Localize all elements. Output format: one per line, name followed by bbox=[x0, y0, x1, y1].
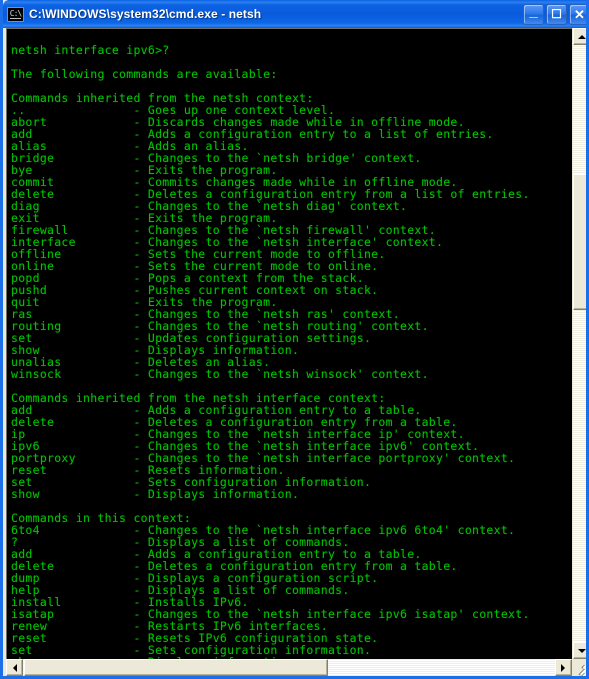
scroll-down-button[interactable] bbox=[573, 642, 586, 659]
horizontal-scroll-thumb[interactable] bbox=[24, 659, 328, 676]
cmd-window: C:\ C:\WINDOWS\system32\cmd.exe - netsh … bbox=[0, 0, 589, 679]
scroll-up-button[interactable] bbox=[573, 28, 586, 45]
vertical-scroll-thumb[interactable] bbox=[573, 174, 586, 310]
window-title: C:\WINDOWS\system32\cmd.exe - netsh bbox=[29, 7, 262, 21]
scroll-right-button[interactable] bbox=[555, 659, 572, 676]
close-button[interactable]: ✕ bbox=[569, 3, 586, 25]
console-viewport[interactable]: netsh interface ipv6>? The following com… bbox=[6, 28, 572, 659]
cmd-console-icon[interactable]: C:\ bbox=[7, 6, 24, 22]
window-controls: _ ☐ ✕ bbox=[521, 2, 586, 25]
minimize-button[interactable]: _ bbox=[523, 2, 544, 25]
resize-grip[interactable] bbox=[572, 659, 586, 676]
maximize-icon: ☐ bbox=[551, 6, 562, 21]
horizontal-scrollbar[interactable] bbox=[6, 659, 572, 676]
close-icon: ✕ bbox=[574, 6, 585, 22]
vertical-scrollbar[interactable] bbox=[572, 28, 586, 659]
maximize-button[interactable]: ☐ bbox=[546, 3, 567, 25]
chevron-up-icon bbox=[577, 34, 586, 39]
minimize-icon: _ bbox=[529, 2, 538, 20]
console-output: netsh interface ipv6>? The following com… bbox=[11, 42, 530, 660]
scroll-left-button[interactable] bbox=[6, 659, 23, 676]
chevron-down-icon bbox=[577, 648, 586, 653]
chevron-left-icon bbox=[12, 663, 17, 672]
cmd-icon-underline bbox=[10, 17, 21, 19]
window-client-area: netsh interface ipv6>? The following com… bbox=[6, 28, 586, 676]
chevron-right-icon bbox=[560, 663, 565, 672]
window-titlebar[interactable]: C:\ C:\WINDOWS\system32\cmd.exe - netsh … bbox=[3, 0, 586, 28]
